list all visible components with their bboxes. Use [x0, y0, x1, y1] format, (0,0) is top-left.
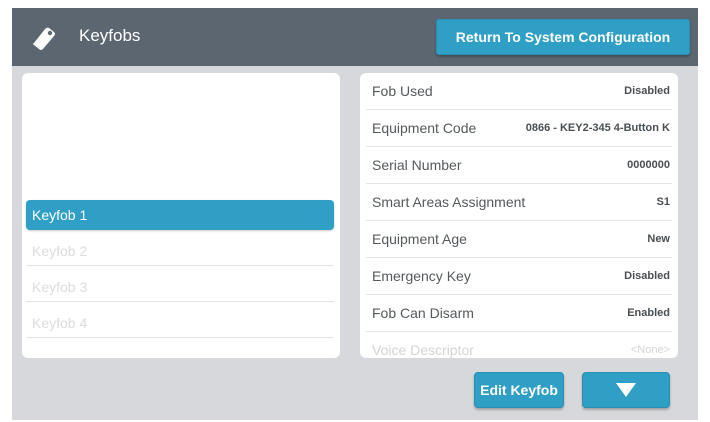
detail-label: Fob Can Disarm: [372, 305, 474, 321]
detail-value: 0866 - KEY2-345 4-Button K: [525, 122, 670, 134]
detail-row-serial-number: Serial Number 0000000: [366, 147, 672, 184]
list-item-keyfob-1[interactable]: Keyfob 1: [26, 200, 334, 230]
detail-value: Disabled: [624, 85, 670, 97]
tag-icon: [33, 27, 55, 50]
detail-value: 0000000: [627, 159, 670, 171]
keyfob-list: Keyfob 1 Keyfob 2 Keyfob 3 Keyfob 4: [22, 73, 340, 358]
detail-label: Voice Descriptor: [372, 342, 474, 358]
detail-value: Enabled: [627, 307, 670, 319]
detail-value: New: [647, 233, 670, 245]
detail-label: Serial Number: [372, 157, 462, 173]
detail-value: <None>: [630, 344, 670, 356]
detail-row-smart-areas-assignment: Smart Areas Assignment S1: [366, 184, 672, 221]
edit-keyfob-button[interactable]: Edit Keyfob: [474, 372, 564, 408]
detail-value: Disabled: [624, 270, 670, 282]
page-title: Keyfobs: [79, 26, 141, 45]
detail-label: Fob Used: [372, 83, 433, 99]
list-item-keyfob-2[interactable]: Keyfob 2: [26, 236, 334, 266]
detail-row-voice-descriptor: Voice Descriptor <None>: [366, 332, 672, 358]
return-to-system-configuration-button[interactable]: Return To System Configuration: [436, 19, 690, 55]
scroll-down-button[interactable]: [582, 372, 670, 408]
detail-label: Equipment Age: [372, 231, 467, 247]
detail-row-equipment-age: Equipment Age New: [366, 221, 672, 258]
detail-row-equipment-code: Equipment Code 0866 - KEY2-345 4-Button …: [366, 110, 672, 147]
detail-label: Emergency Key: [372, 268, 471, 284]
detail-row-fob-used: Fob Used Disabled: [366, 73, 672, 110]
detail-label: Smart Areas Assignment: [372, 194, 526, 210]
header-bar: Keyfobs Return To System Configuration: [12, 8, 698, 66]
detail-value: S1: [656, 196, 670, 208]
list-item-keyfob-3[interactable]: Keyfob 3: [26, 272, 334, 302]
keyfob-details: Fob Used Disabled Equipment Code 0866 - …: [360, 73, 678, 358]
detail-row-fob-can-disarm: Fob Can Disarm Enabled: [366, 295, 672, 332]
detail-label: Equipment Code: [372, 120, 477, 136]
list-item-keyfob-4[interactable]: Keyfob 4: [26, 308, 334, 338]
detail-row-emergency-key: Emergency Key Disabled: [366, 258, 672, 295]
chevron-down-icon: [616, 383, 636, 397]
